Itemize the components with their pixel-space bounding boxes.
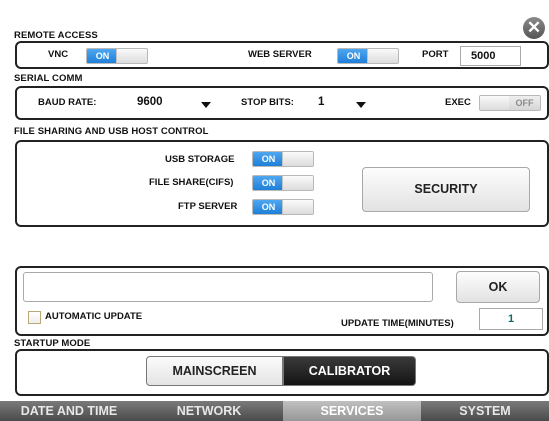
web-server-label: WEB SERVER xyxy=(248,49,312,60)
ftp-server-toggle-state: ON xyxy=(253,200,284,214)
update-time-label: UPDATE TIME(MINUTES) xyxy=(341,318,454,329)
section-title-startup-mode: STARTUP MODE xyxy=(14,338,91,349)
chevron-down-icon xyxy=(201,102,211,108)
startup-mode-calibrator[interactable]: CALIBRATOR xyxy=(283,356,416,386)
baud-rate-label: BAUD RATE: xyxy=(38,97,97,108)
section-title-remote-access: REMOTE ACCESS xyxy=(14,30,98,41)
port-label: PORT xyxy=(422,49,449,60)
update-time-input[interactable]: 1 xyxy=(479,308,543,330)
file-share-toggle[interactable]: ON xyxy=(252,175,314,191)
exec-toggle[interactable]: OFF xyxy=(479,95,541,111)
tab-services[interactable]: SERVICES xyxy=(283,401,421,421)
close-icon[interactable]: ✕ xyxy=(523,17,545,39)
port-input[interactable]: 5000 xyxy=(460,46,521,66)
stop-bits-label: STOP BITS: xyxy=(241,97,294,108)
stop-bits-value: 1 xyxy=(318,96,325,108)
stop-bits-select[interactable]: 1 xyxy=(318,96,366,112)
usb-storage-toggle-state: ON xyxy=(253,152,284,166)
file-share-toggle-state: ON xyxy=(253,176,284,190)
automatic-update-checkbox[interactable] xyxy=(28,311,41,324)
automatic-update-label: AUTOMATIC UPDATE xyxy=(45,311,143,322)
baud-rate-select[interactable]: 9600 xyxy=(137,96,211,112)
tab-date-and-time[interactable]: DATE AND TIME xyxy=(0,401,138,421)
tab-network[interactable]: NETWORK xyxy=(140,401,278,421)
ftp-server-toggle[interactable]: ON xyxy=(252,199,314,215)
security-button[interactable]: SECURITY xyxy=(362,167,530,212)
tab-system[interactable]: SYSTEM xyxy=(421,401,549,421)
usb-storage-label: USB STORAGE xyxy=(165,154,235,165)
web-server-toggle[interactable]: ON xyxy=(337,48,399,64)
exec-label: EXEC xyxy=(445,97,471,108)
chevron-down-icon xyxy=(356,102,366,108)
section-title-file-sharing: FILE SHARING AND USB HOST CONTROL xyxy=(14,126,209,137)
web-server-toggle-state: ON xyxy=(338,49,369,63)
vnc-label: VNC xyxy=(48,49,69,60)
file-share-label: FILE SHARE(CIFS) xyxy=(149,177,234,188)
usb-storage-toggle[interactable]: ON xyxy=(252,151,314,167)
vnc-toggle-state: ON xyxy=(87,49,118,63)
exec-toggle-state: OFF xyxy=(509,96,540,110)
section-title-serial-comm: SERIAL COMM xyxy=(14,73,83,84)
update-url-input[interactable] xyxy=(23,272,433,302)
baud-rate-value: 9600 xyxy=(137,96,163,108)
ftp-server-label: FTP SERVER xyxy=(178,201,238,212)
vnc-toggle[interactable]: ON xyxy=(86,48,148,64)
startup-mode-mainscreen[interactable]: MAINSCREEN xyxy=(146,356,283,386)
ok-button[interactable]: OK xyxy=(456,271,540,303)
